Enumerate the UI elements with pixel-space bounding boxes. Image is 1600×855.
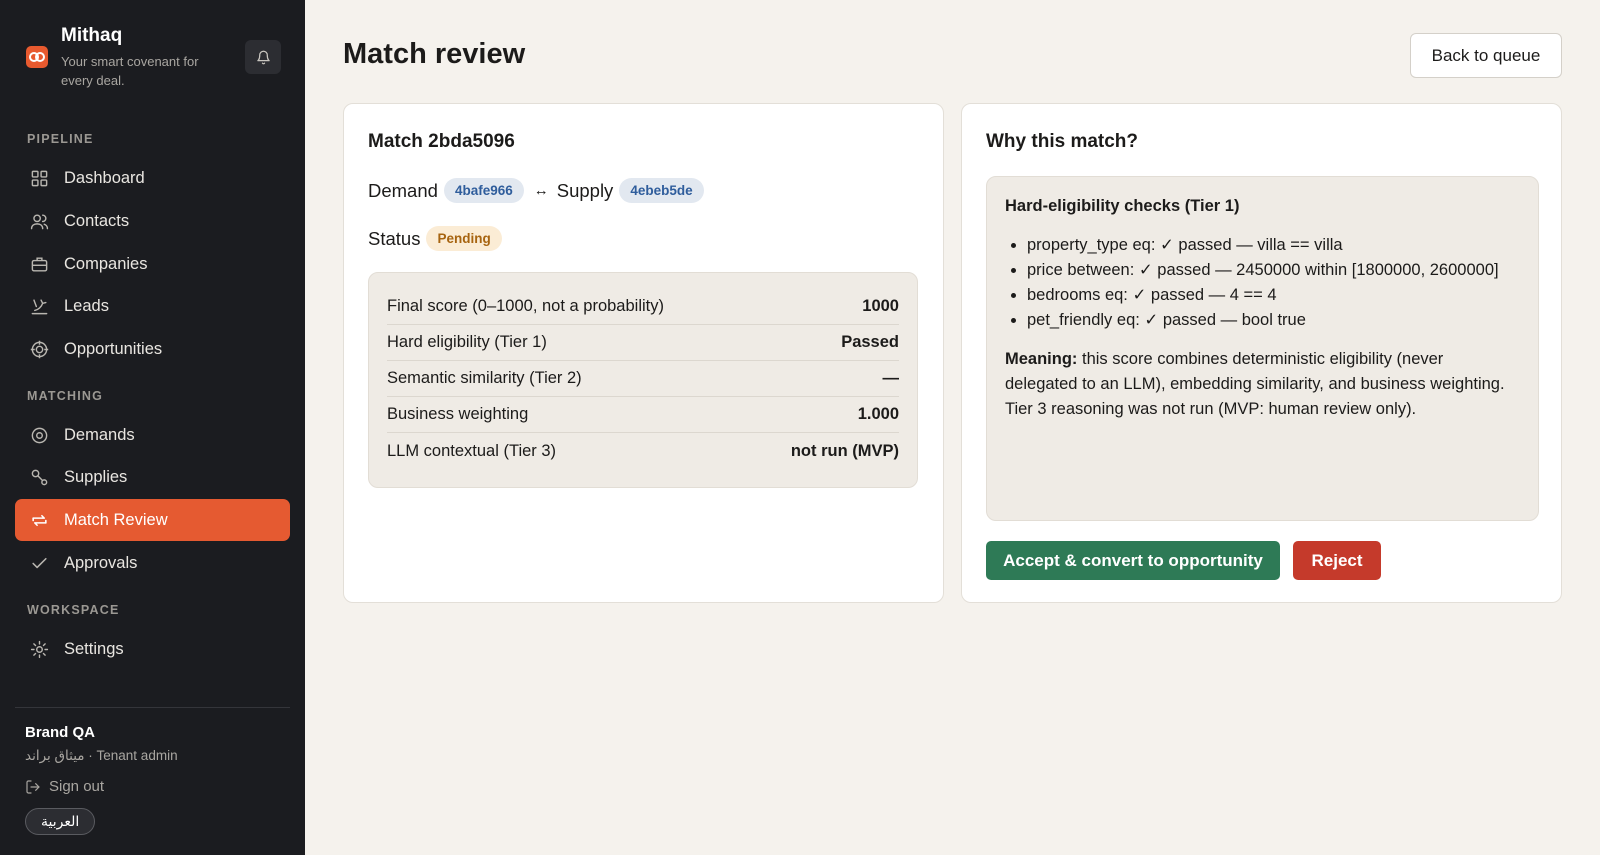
back-to-queue-button[interactable]: Back to queue <box>1410 33 1562 78</box>
demand-label: Demand <box>368 179 438 201</box>
score-value: 1000 <box>862 297 899 315</box>
sidebar-item-settings[interactable]: Settings <box>15 628 290 670</box>
sidebar-item-label: Approvals <box>64 553 138 572</box>
brand-tagline: Your smart covenant for every deal. <box>61 54 199 88</box>
page-title: Match review <box>343 38 526 70</box>
score-row: Final score (0–1000, not a probability) … <box>387 289 899 325</box>
sidebar-item-dashboard[interactable]: Dashboard <box>15 157 290 199</box>
users-icon <box>29 211 49 231</box>
score-row: Hard eligibility (Tier 1) Passed <box>387 325 899 361</box>
brand: Mithaq Your smart covenant for every dea… <box>26 24 281 94</box>
score-row: Semantic similarity (Tier 2) — <box>387 361 899 397</box>
sidebar-footer: Brand QA ميثاق براند · Tenant admin Sign… <box>15 707 290 835</box>
bell-icon <box>256 50 270 64</box>
sidebar-item-leads[interactable]: Leads <box>15 285 290 327</box>
language-toggle-button[interactable]: العربية <box>25 808 96 835</box>
section-label-matching: MATCHING <box>27 389 104 403</box>
leads-icon <box>29 296 49 316</box>
sidebar-item-label: Demands <box>64 425 135 444</box>
user-name: Brand QA <box>25 724 96 741</box>
supply-label: Supply <box>556 179 614 201</box>
sidebar-item-contacts[interactable]: Contacts <box>15 200 290 242</box>
status-badge: Pending <box>426 226 502 251</box>
brand-name: Mithaq <box>61 25 123 46</box>
sidebar-item-approvals[interactable]: Approvals <box>15 542 290 584</box>
score-label: LLM contextual (Tier 3) <box>387 441 557 460</box>
score-label: Business weighting <box>387 405 529 423</box>
demand-icon <box>29 425 49 445</box>
status-label: Status <box>368 227 421 249</box>
sidebar-item-opportunities[interactable]: Opportunities <box>15 328 290 370</box>
section-label-workspace: WORKSPACE <box>27 603 120 617</box>
meaning-label: Meaning: <box>1005 350 1078 368</box>
eligibility-explanation: Hard-eligibility checks (Tier 1) propert… <box>986 176 1539 521</box>
sidebar-item-supplies[interactable]: Supplies <box>15 456 290 498</box>
sidebar-item-label: Dashboard <box>64 168 145 187</box>
checks-title: Hard-eligibility checks (Tier 1) <box>1005 197 1240 215</box>
sidebar-item-match-review[interactable]: Match Review <box>15 499 290 541</box>
list-item: pet_friendly eq: ✓ passed — bool true <box>1027 308 1520 333</box>
sidebar-item-companies[interactable]: Companies <box>15 243 290 285</box>
supply-icon <box>29 467 49 487</box>
sidebar-item-label: Companies <box>64 254 148 273</box>
sidebar-item-label: Leads <box>64 296 109 315</box>
reject-button[interactable]: Reject <box>1293 541 1381 580</box>
sidebar: Mithaq Your smart covenant for every dea… <box>0 0 305 855</box>
match-summary-card: Match 2bda5096 Demand 4bafe966 ↔ Supply … <box>343 103 944 603</box>
why-title: Why this match? <box>986 131 1139 152</box>
score-row: Business weighting 1.000 <box>387 397 899 433</box>
match-title: Match 2bda5096 <box>368 131 515 152</box>
sign-out-button[interactable]: Sign out <box>25 778 104 795</box>
sidebar-item-label: Opportunities <box>64 339 163 358</box>
demand-id-chip[interactable]: 4bafe966 <box>443 178 524 203</box>
user-role: ميثاق براند · Tenant admin <box>25 748 178 763</box>
score-label: Final score (0–1000, not a probability) <box>387 297 664 315</box>
gear-icon <box>29 639 49 659</box>
supply-id-chip[interactable]: 4ebeb5de <box>619 178 704 203</box>
sign-out-icon <box>25 779 41 795</box>
section-label-pipeline: PIPELINE <box>27 132 94 146</box>
score-row: LLM contextual (Tier 3) not run (MVP) <box>387 433 899 469</box>
score-value: Passed <box>841 333 899 351</box>
briefcase-icon <box>29 254 49 274</box>
sidebar-item-label: Supplies <box>64 467 128 486</box>
why-this-match-card: Why this match? Hard-eligibility checks … <box>961 103 1562 603</box>
list-item: bedrooms eq: ✓ passed — 4 == 4 <box>1027 283 1520 308</box>
status-row: Status Pending <box>368 226 502 251</box>
mithaq-logo-icon <box>26 46 48 68</box>
list-item: property_type eq: ✓ passed — villa == vi… <box>1027 233 1520 258</box>
target-icon <box>29 339 49 359</box>
accept-convert-button[interactable]: Accept & convert to opportunity <box>986 541 1280 580</box>
score-value: — <box>882 369 900 387</box>
meaning-text: Meaning: this score combines determinist… <box>1005 347 1520 422</box>
grid-icon <box>29 168 49 188</box>
sidebar-item-demands[interactable]: Demands <box>15 414 290 456</box>
sidebar-item-label: Contacts <box>64 211 130 230</box>
match-icon <box>29 510 49 530</box>
check-icon <box>29 553 49 573</box>
score-breakdown: Final score (0–1000, not a probability) … <box>368 272 918 488</box>
score-label: Semantic similarity (Tier 2) <box>387 369 582 387</box>
score-value: 1.000 <box>857 405 899 423</box>
main-content: Match review Back to queue Match 2bda509… <box>305 0 1600 855</box>
demand-supply-pair: Demand 4bafe966 ↔ Supply 4ebeb5de <box>368 178 710 203</box>
score-value: not run (MVP) <box>790 441 899 460</box>
list-item: price between: ✓ passed — 2450000 within… <box>1027 258 1520 283</box>
meaning-body: this score combines deterministic eligib… <box>1005 350 1505 418</box>
pair-arrow-icon: ↔ <box>533 182 549 199</box>
sidebar-item-label: Settings <box>64 639 124 658</box>
sign-out-label: Sign out <box>49 778 105 795</box>
score-label: Hard eligibility (Tier 1) <box>387 333 547 351</box>
checks-list: property_type eq: ✓ passed — villa == vi… <box>1005 233 1520 333</box>
notifications-button[interactable] <box>245 40 281 74</box>
sidebar-item-label: Match Review <box>64 510 168 529</box>
